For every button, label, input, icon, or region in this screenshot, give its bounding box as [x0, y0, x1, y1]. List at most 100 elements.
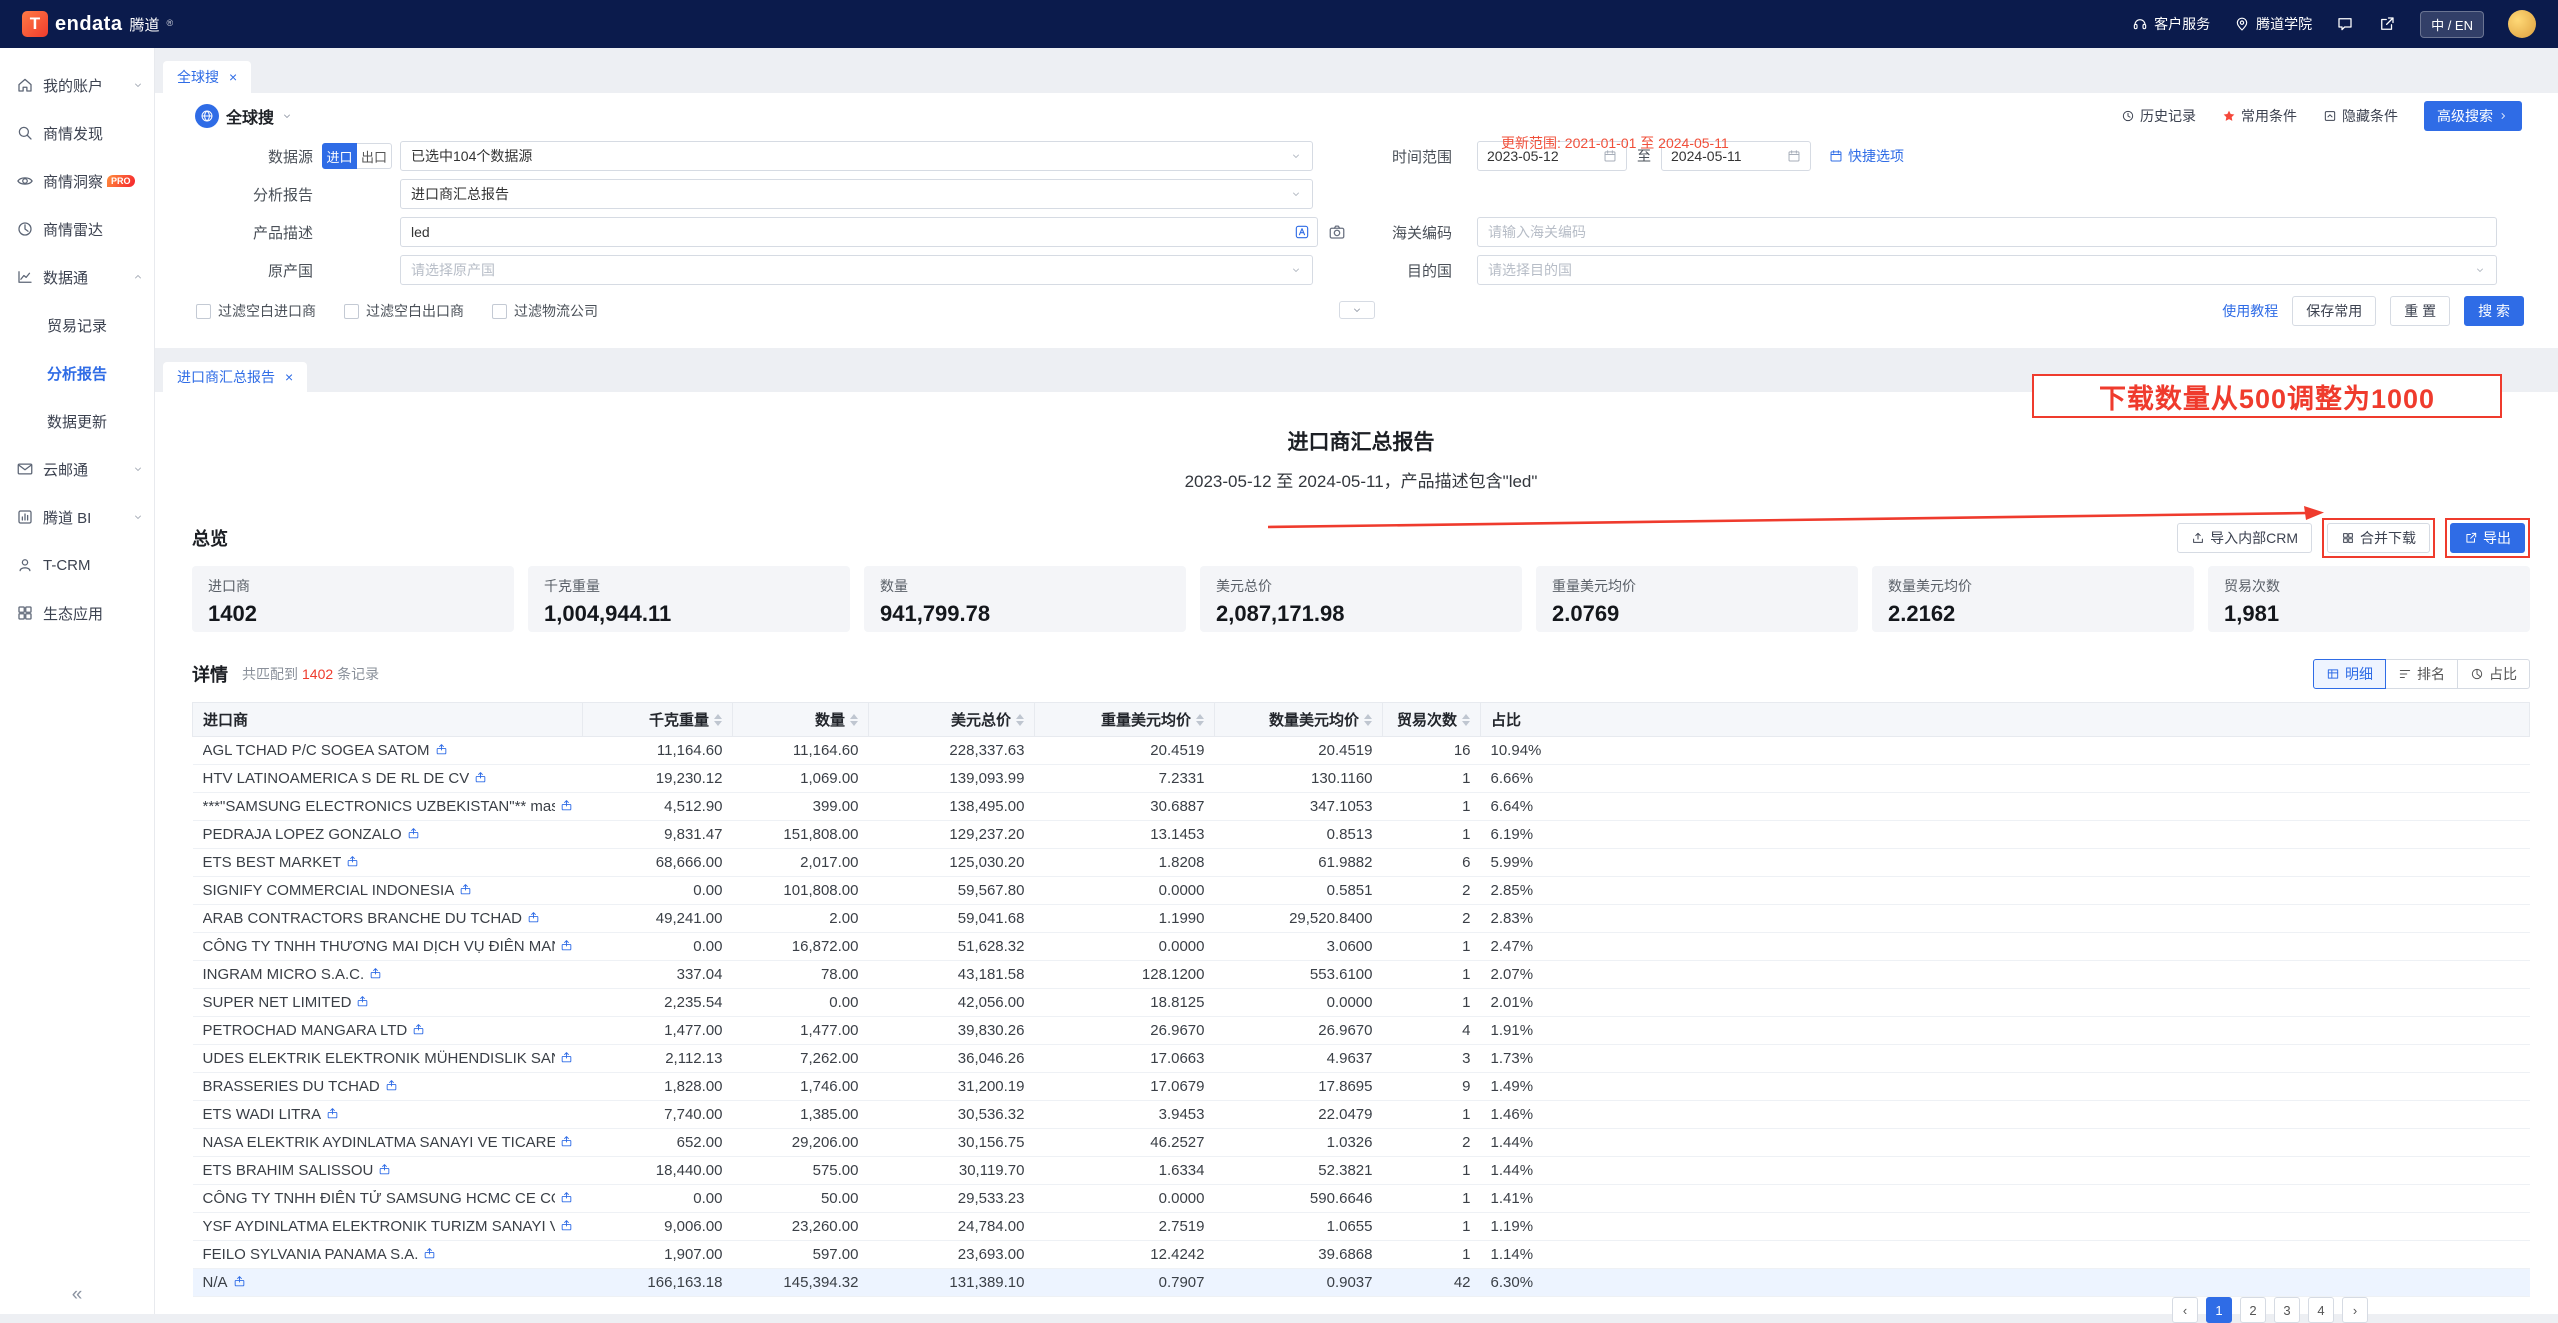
import-row-to-crm-icon[interactable]: [423, 1247, 436, 1260]
advanced-search-button[interactable]: 高级搜索: [2424, 101, 2522, 131]
sidebar-item-bi[interactable]: 腾道 BI: [0, 493, 154, 541]
import-row-to-crm-icon[interactable]: [356, 995, 369, 1008]
import-row-to-crm-icon[interactable]: [385, 1079, 398, 1092]
import-row-to-crm-icon[interactable]: [474, 771, 487, 784]
tendata-logo[interactable]: T endata 腾道 ®: [22, 11, 173, 37]
user-avatar[interactable]: [2508, 10, 2536, 38]
page-button[interactable]: 4: [2308, 1297, 2334, 1323]
view-share-button[interactable]: 占比: [2457, 659, 2530, 689]
sidebar-item-discovery[interactable]: 商情发现: [0, 109, 154, 157]
page-button[interactable]: ‹: [2172, 1297, 2198, 1323]
origin-country-select[interactable]: 请选择原产国: [400, 255, 1313, 285]
table-row[interactable]: HTV LATINOAMERICA S DE RL DE CV 19,230.1…: [193, 765, 2530, 793]
language-toggle[interactable]: 中 / EN: [2420, 11, 2484, 38]
sidebar-item-eco-apps[interactable]: 生态应用: [0, 589, 154, 637]
col-qty-avg-price[interactable]: 数量美元均价: [1215, 703, 1383, 737]
table-row[interactable]: ARAB CONTRACTORS BRANCHE DU TCHAD 49,241…: [193, 905, 2530, 933]
table-row[interactable]: UDES ELEKTRIK ELEKTRONIK MÜHENDISLIK SAN…: [193, 1045, 2530, 1073]
product-desc-input[interactable]: [400, 217, 1318, 247]
page-button[interactable]: 1: [2206, 1297, 2232, 1323]
import-row-to-crm-icon[interactable]: [560, 1051, 573, 1064]
checkbox[interactable]: [492, 304, 507, 319]
tab-importer-summary-report[interactable]: 进口商汇总报告 ×: [163, 362, 307, 392]
checkbox[interactable]: [344, 304, 359, 319]
filter-blank-importer[interactable]: 过滤空白进口商: [196, 301, 316, 321]
table-row[interactable]: ETS BEST MARKET 68,666.00 2,017.00 125,0…: [193, 849, 2530, 877]
sidebar-item-insight[interactable]: 商情洞察 PRO: [0, 157, 154, 205]
sort-icon[interactable]: [1016, 714, 1024, 726]
col-trade-count[interactable]: 贸易次数: [1383, 703, 1481, 737]
filter-logistics[interactable]: 过滤物流公司: [492, 301, 598, 321]
page-button[interactable]: ›: [2342, 1297, 2368, 1323]
tutorial-link[interactable]: 使用教程: [2222, 301, 2278, 321]
sort-icon[interactable]: [1196, 714, 1204, 726]
import-row-to-crm-icon[interactable]: [560, 1219, 573, 1232]
sort-icon[interactable]: [714, 714, 722, 726]
sidebar-subitem-trade-records[interactable]: 贸易记录: [0, 301, 154, 349]
table-row[interactable]: PETROCHAD MANGARA LTD 1,477.00 1,477.00 …: [193, 1017, 2530, 1045]
import-row-to-crm-icon[interactable]: [412, 1023, 425, 1036]
hscode-input[interactable]: [1477, 217, 2497, 247]
favorite-conditions-button[interactable]: 常用条件: [2222, 106, 2297, 126]
view-detail-button[interactable]: 明细: [2313, 659, 2386, 689]
merge-download-button[interactable]: 合并下载: [2327, 523, 2430, 553]
table-row[interactable]: ***"SAMSUNG ELECTRONICS UZBEKISTAN"** ma…: [193, 793, 2530, 821]
col-kg-avg-price[interactable]: 重量美元均价: [1035, 703, 1215, 737]
sort-icon[interactable]: [1462, 714, 1470, 726]
import-row-to-crm-icon[interactable]: [233, 1275, 246, 1288]
history-button[interactable]: 历史记录: [2121, 106, 2196, 126]
reset-button[interactable]: 重 置: [2390, 296, 2450, 326]
table-row[interactable]: AGL TCHAD P/C SOGEA SATOM 11,164.60 11,1…: [193, 737, 2530, 765]
scope-selector[interactable]: 全球搜: [195, 104, 293, 128]
sidebar-item-data[interactable]: 数据通: [0, 253, 154, 301]
sidebar-subitem-data-update[interactable]: 数据更新: [0, 397, 154, 445]
close-icon[interactable]: ×: [285, 369, 293, 385]
table-row[interactable]: CÔNG TY TNHH ĐIÊN TỬ SAMSUNG HCMC CE COM…: [193, 1185, 2530, 1213]
table-row[interactable]: FEILO SYLVANIA PANAMA S.A. 1,907.00 597.…: [193, 1241, 2530, 1269]
table-row[interactable]: SUPER NET LIMITED 2,235.54 0.00 42,056.0…: [193, 989, 2530, 1017]
report-type-select[interactable]: 进口商汇总报告: [400, 179, 1313, 209]
import-row-to-crm-icon[interactable]: [560, 1135, 573, 1148]
import-to-crm-button[interactable]: 导入内部CRM: [2177, 523, 2312, 553]
table-row[interactable]: CÔNG TY TNHH THƯƠNG MAI DỊCH VỤ ĐIÊN MAN…: [193, 933, 2530, 961]
checkbox[interactable]: [196, 304, 211, 319]
translate-icon[interactable]: [1294, 224, 1310, 240]
import-row-to-crm-icon[interactable]: [369, 967, 382, 980]
sort-icon[interactable]: [1364, 714, 1372, 726]
table-row[interactable]: ETS BRAHIM SALISSOU 18,440.00 575.00 30,…: [193, 1157, 2530, 1185]
sidebar-item-tcrm[interactable]: T-CRM: [0, 541, 154, 589]
save-conditions-button[interactable]: 保存常用: [2292, 296, 2376, 326]
page-button[interactable]: 2: [2240, 1297, 2266, 1323]
hide-conditions-button[interactable]: 隐藏条件: [2323, 106, 2398, 126]
close-icon[interactable]: ×: [229, 69, 237, 85]
import-row-to-crm-icon[interactable]: [326, 1107, 339, 1120]
external-link-icon[interactable]: [2378, 15, 2396, 33]
col-usd-total[interactable]: 美元总价: [869, 703, 1035, 737]
import-row-to-crm-icon[interactable]: [560, 799, 573, 812]
import-row-to-crm-icon[interactable]: [560, 1191, 573, 1204]
search-button[interactable]: 搜 索: [2464, 296, 2524, 326]
table-row[interactable]: NASA ELEKTRIK AYDINLATMA SANAYI VE TICAR…: [193, 1129, 2530, 1157]
quick-options-link[interactable]: 快捷选项: [1829, 146, 1904, 166]
table-row[interactable]: INGRAM MICRO S.A.C. 337.04 78.00 43,181.…: [193, 961, 2530, 989]
sidebar-subitem-analysis-report[interactable]: 分析报告: [0, 349, 154, 397]
import-row-to-crm-icon[interactable]: [459, 883, 472, 896]
export-button[interactable]: 导出: [2450, 523, 2525, 553]
academy-link[interactable]: 腾道学院: [2234, 14, 2312, 34]
customer-service-link[interactable]: 客户服务: [2132, 14, 2210, 34]
import-toggle[interactable]: 进口: [322, 143, 357, 169]
export-toggle[interactable]: 出口: [357, 143, 392, 169]
table-row[interactable]: BRASSERIES DU TCHAD 1,828.00 1,746.00 31…: [193, 1073, 2530, 1101]
import-row-to-crm-icon[interactable]: [407, 827, 420, 840]
import-row-to-crm-icon[interactable]: [527, 911, 540, 924]
chat-icon[interactable]: [2336, 15, 2354, 33]
page-button[interactable]: 3: [2274, 1297, 2300, 1323]
import-row-to-crm-icon[interactable]: [560, 939, 573, 952]
table-row[interactable]: YSF AYDINLATMA ELEKTRONIK TURIZM SANAYI …: [193, 1213, 2530, 1241]
col-quantity[interactable]: 数量: [733, 703, 869, 737]
sort-icon[interactable]: [850, 714, 858, 726]
import-row-to-crm-icon[interactable]: [378, 1163, 391, 1176]
table-row[interactable]: ETS WADI LITRA 7,740.00 1,385.00 30,536.…: [193, 1101, 2530, 1129]
sidebar-item-mail[interactable]: 云邮通: [0, 445, 154, 493]
import-row-to-crm-icon[interactable]: [435, 743, 448, 756]
